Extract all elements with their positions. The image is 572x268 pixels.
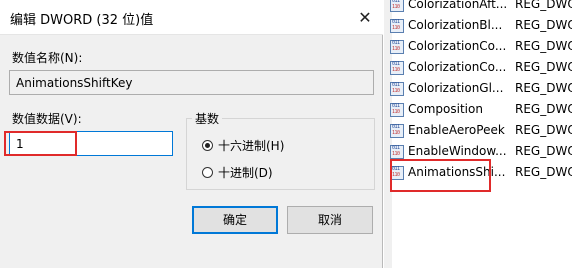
radio-hex-label: 十六进制(H) <box>218 139 285 153</box>
reg-dword-icon <box>390 103 404 117</box>
list-item[interactable]: AnimationsShi... REG_DWO <box>388 163 572 183</box>
reg-dword-icon <box>390 124 404 138</box>
reg-dword-icon <box>390 61 404 75</box>
list-item[interactable]: ColorizationGl... REG_DWO <box>388 79 572 99</box>
reg-value-type: REG_DWO <box>515 0 572 11</box>
edit-dword-dialog: 编辑 DWORD (32 位)值 ✕ 数值名称(N): 数值数据(V): 基数 … <box>0 0 383 268</box>
reg-value-name: ColorizationBl... <box>408 18 503 32</box>
base-group-label: 基数 <box>192 110 223 127</box>
dialog-title: 编辑 DWORD (32 位)值 <box>10 13 154 28</box>
reg-value-type: REG_DWO <box>515 39 572 53</box>
value-data-input[interactable] <box>9 131 173 156</box>
close-icon[interactable]: ✕ <box>354 8 376 28</box>
value-data-label: 数值数据(V): <box>12 112 82 126</box>
list-item[interactable]: Composition REG_DWO <box>388 100 572 120</box>
reg-dword-icon <box>390 0 404 12</box>
cancel-button[interactable]: 取消 <box>287 206 373 234</box>
reg-dword-icon <box>390 166 404 180</box>
reg-dword-icon <box>390 19 404 33</box>
reg-value-name: EnableWindow... <box>408 144 506 158</box>
reg-value-name: ColorizationCo... <box>408 39 506 53</box>
list-item[interactable]: ColorizationBl... REG_DWO <box>388 16 572 36</box>
reg-value-type: REG_DWO <box>515 60 572 74</box>
radio-checked-icon <box>202 140 213 151</box>
value-name-field[interactable] <box>9 70 374 95</box>
radio-decimal[interactable]: 十进制(D) <box>202 164 273 181</box>
reg-value-name: ColorizationAft... <box>408 0 506 11</box>
value-name-label: 数值名称(N): <box>12 51 83 65</box>
reg-value-name: Composition <box>408 102 483 116</box>
list-item[interactable]: EnableAeroPeek REG_DWO <box>388 121 572 141</box>
reg-value-type: REG_DWO <box>515 165 572 179</box>
reg-value-type: REG_DWO <box>515 102 572 116</box>
reg-dword-icon <box>390 145 404 159</box>
ok-button[interactable]: 确定 <box>192 206 278 234</box>
radio-dec-label: 十进制(D) <box>218 166 273 180</box>
list-item[interactable]: ColorizationCo... REG_DWO <box>388 58 572 78</box>
reg-dword-icon <box>390 40 404 54</box>
list-item[interactable]: EnableWindow... REG_DWO <box>388 142 572 162</box>
list-item[interactable]: ColorizationCo... REG_DWO <box>388 37 572 57</box>
reg-value-name: AnimationsShi... <box>408 165 506 179</box>
dialog-titlebar: 编辑 DWORD (32 位)值 ✕ <box>0 0 383 35</box>
reg-value-name: EnableAeroPeek <box>408 123 505 137</box>
list-item[interactable]: ColorizationAft... REG_DWO <box>388 0 572 15</box>
reg-value-type: REG_DWO <box>515 18 572 32</box>
reg-value-type: REG_DWO <box>515 123 572 137</box>
reg-value-type: REG_DWO <box>515 144 572 158</box>
reg-dword-icon <box>390 82 404 96</box>
reg-value-name: ColorizationGl... <box>408 81 504 95</box>
reg-value-name: ColorizationCo... <box>408 60 506 74</box>
radio-hexadecimal[interactable]: 十六进制(H) <box>202 137 284 154</box>
registry-value-list: ColorizationAft... REG_DWO ColorizationB… <box>384 0 572 268</box>
radio-unchecked-icon <box>202 167 213 178</box>
reg-value-type: REG_DWO <box>515 81 572 95</box>
